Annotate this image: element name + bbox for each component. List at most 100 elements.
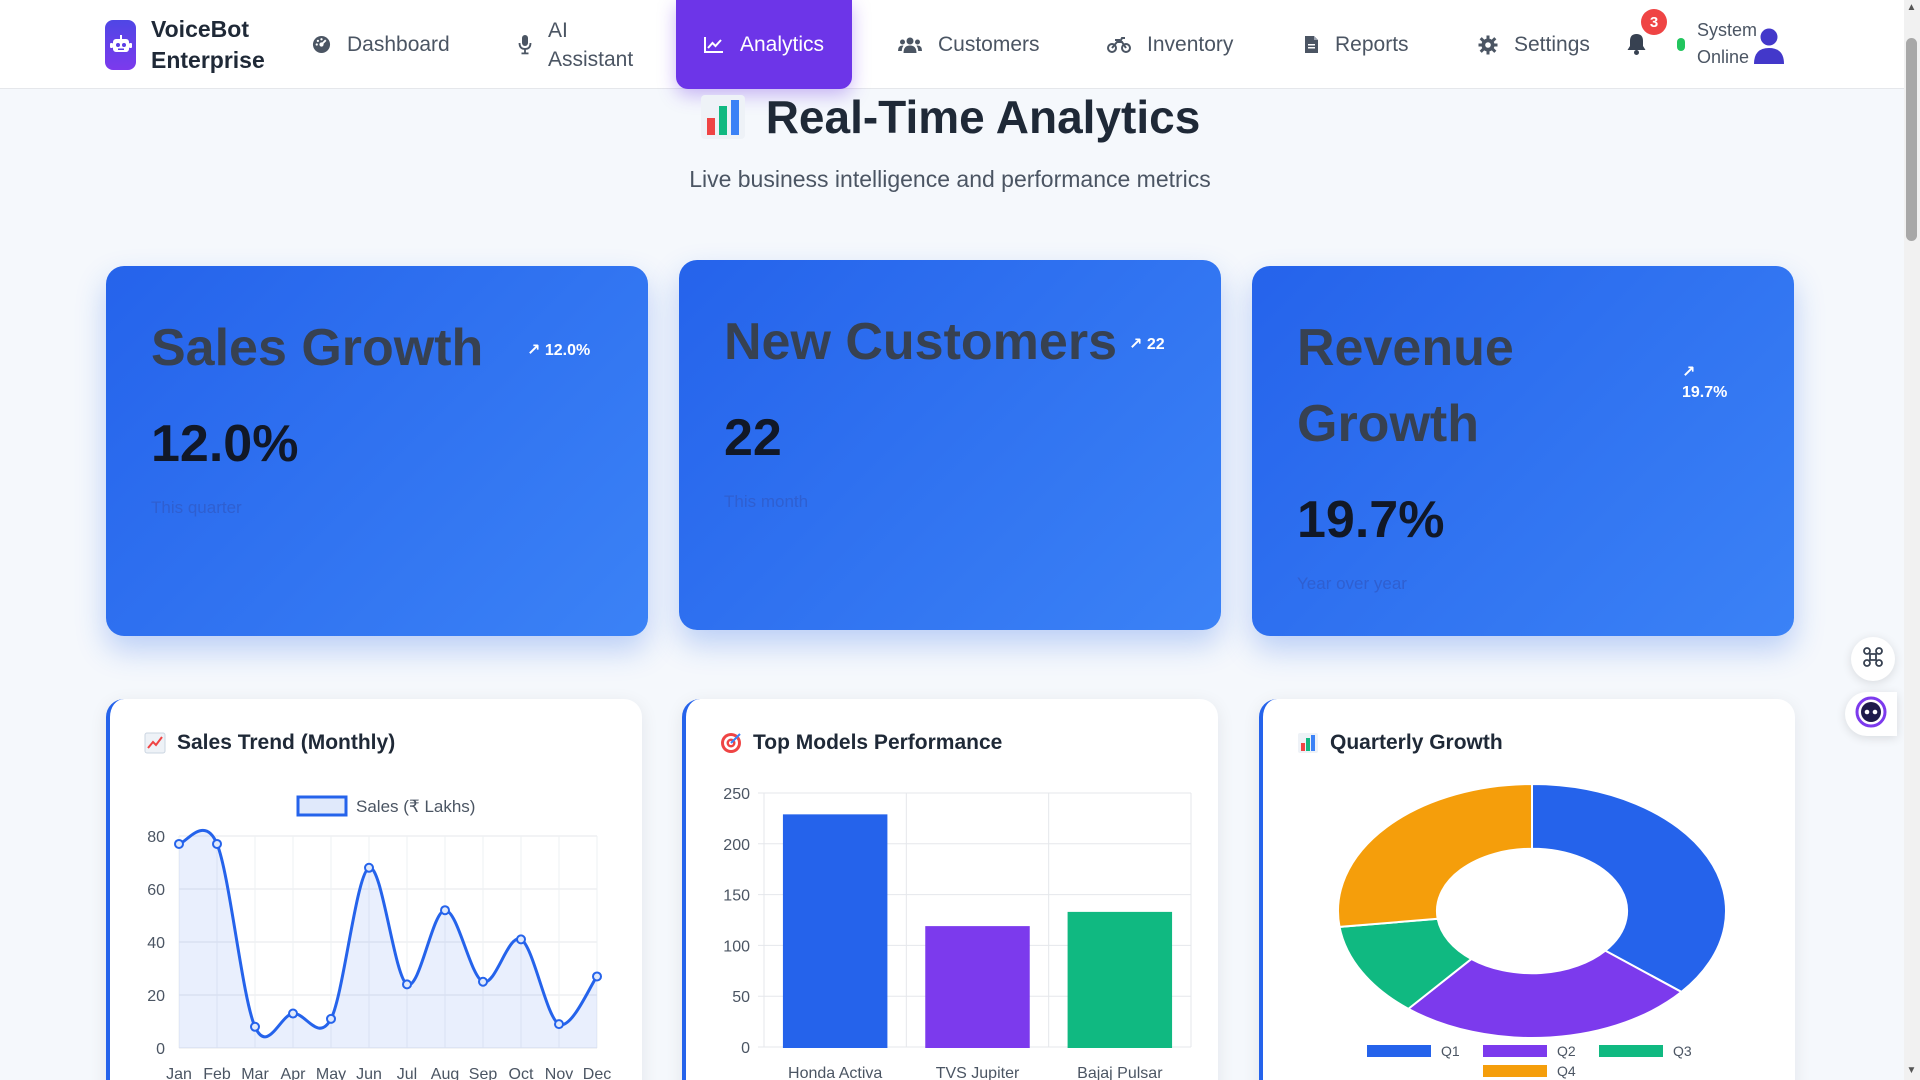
kpi-value: 19.7% (1297, 491, 1445, 549)
nav-customers[interactable]: Customers (898, 0, 1040, 89)
nav-analytics[interactable]: Analytics (676, 0, 853, 89)
legend-label: Sales (₹ Lakhs) (356, 797, 475, 816)
x-tick-label: Sep (469, 1066, 498, 1080)
bot-face-icon (1855, 696, 1887, 733)
nav-reports[interactable]: Reports (1304, 0, 1409, 89)
kpi-trend: ↗ 12.0% (527, 342, 591, 359)
y-tick-label: 250 (723, 786, 750, 803)
legend-label: Q3 (1673, 1043, 1692, 1059)
command-icon (1862, 646, 1884, 673)
nav-inventory-label: Inventory (1147, 32, 1234, 56)
kpi-trend-arrow: ↗ (1682, 364, 1696, 381)
legend-swatch (1483, 1065, 1547, 1077)
x-tick-label: Dec (583, 1066, 611, 1080)
y-tick-label: 60 (147, 882, 165, 899)
kpi-subtext: This quarter (151, 498, 242, 517)
x-tick-label: TVS Jupiter (936, 1065, 1020, 1080)
legend-label: Q4 (1557, 1063, 1576, 1079)
nav-dashboard[interactable]: Dashboard (312, 0, 450, 89)
nav-settings[interactable]: Settings (1478, 0, 1590, 89)
data-point (440, 905, 450, 916)
legend-swatch (296, 795, 348, 817)
bar (782, 814, 888, 1048)
kpi-card-sales-growth: Sales Growth ↗ 12.0% 12.0% This quarter (106, 266, 648, 636)
assistant-bot-button[interactable] (1845, 692, 1897, 736)
kpi-trend: ↗ 22 (1129, 336, 1165, 353)
nav-dashboard-label: Dashboard (347, 32, 450, 56)
top-navbar: VoiceBot Enterprise Dashboard AI Assista… (0, 0, 1904, 89)
scrollbar-thumb[interactable] (1906, 38, 1917, 241)
brand[interactable]: VoiceBot Enterprise (105, 14, 281, 76)
x-tick-label: Apr (281, 1066, 307, 1080)
y-tick-label: 50 (732, 989, 750, 1006)
kpi-value: 12.0% (151, 415, 299, 473)
command-shortcut-button[interactable] (1851, 637, 1895, 681)
sales-trend-chart[interactable]: Sales (₹ Lakhs) 0 20 40 60 80 Jan Feb Mar Apr May J… (110, 699, 646, 1080)
x-tick-label: Feb (203, 1066, 231, 1080)
nav-reports-label: Reports (1335, 32, 1409, 56)
data-point (288, 1008, 298, 1019)
notifications-bell-icon[interactable] (1626, 32, 1647, 61)
data-point (364, 862, 374, 873)
data-point (554, 1019, 564, 1030)
nav-inventory[interactable]: Inventory (1107, 0, 1233, 89)
kpi-card-new-customers: New Customers ↗ 22 22 This month (679, 260, 1221, 630)
y-tick-label: 0 (741, 1040, 750, 1057)
data-point (174, 838, 184, 849)
data-point (402, 979, 412, 990)
legend-label: Q2 (1557, 1043, 1576, 1059)
dashboard-icon (312, 35, 331, 54)
kpi-title: New Customers (724, 313, 1117, 371)
brand-name: VoiceBot Enterprise (151, 16, 265, 73)
y-tick-label: 150 (723, 888, 750, 905)
x-tick-label: Jul (397, 1066, 417, 1080)
gear-icon (1478, 35, 1498, 55)
motorcycle-icon (1107, 36, 1131, 53)
y-tick-label: 100 (723, 938, 750, 955)
top-models-chart[interactable]: 0 50 100 150 200 250 Honda Activa TVS Jupiter Ba… (686, 699, 1222, 1080)
scroll-down-arrow-icon[interactable]: ▼ (1906, 1066, 1917, 1076)
top-models-card: Top Models Performance 0 50 100 150 200 250 Ho… (682, 699, 1218, 1080)
kpi-trend: 19.7% (1682, 384, 1728, 401)
scroll-up-arrow-icon[interactable]: ▲ (1906, 3, 1917, 13)
kpi-value: 22 (724, 409, 782, 467)
legend-swatch (1599, 1045, 1663, 1057)
nav-settings-label: Settings (1514, 32, 1590, 56)
series-area (179, 830, 597, 1048)
quarterly-growth-chart[interactable]: Q1 Q2 Q3 Q4 (1263, 699, 1799, 1080)
data-point (516, 934, 526, 945)
sales-trend-card: Sales Trend (Monthly) Sales (₹ Lakhs) 0 20… (106, 699, 642, 1080)
nav-analytics-label: Analytics (740, 32, 825, 56)
kpi-subtext: This month (724, 492, 809, 511)
pie-slice (1337, 782, 1533, 928)
quarterly-growth-card: Quarterly Growth Q1 Q2 Q3 Q4 (1259, 699, 1795, 1080)
microphone-icon (518, 34, 532, 55)
page-title-text: Real-Time Analytics (765, 91, 1201, 143)
x-tick-label: Nov (545, 1066, 573, 1080)
pie-slice (1531, 782, 1727, 994)
page-subtitle: Live business intelligence and performan… (689, 166, 1211, 192)
bar (1067, 911, 1173, 1048)
x-tick-label: Oct (509, 1066, 534, 1080)
nav-customers-label: Customers (938, 32, 1040, 56)
page-title-area: Real-Time Analytics (0, 90, 1900, 145)
legend-label: Q1 (1441, 1043, 1460, 1059)
x-tick-label: Mar (241, 1066, 269, 1080)
online-status-dot (1677, 38, 1685, 51)
notification-count-badge: 3 (1641, 9, 1667, 35)
user-avatar-icon[interactable] (1752, 27, 1786, 70)
page-title: Real-Time Analytics (700, 90, 1201, 144)
y-tick-label: 40 (147, 935, 165, 952)
kpi-title: Revenue Growth (1297, 319, 1514, 453)
robot-logo-icon (105, 20, 136, 70)
users-icon (898, 36, 922, 54)
x-tick-label: May (316, 1066, 346, 1080)
nav-ai-assistant[interactable]: AI Assistant (518, 0, 644, 89)
legend-swatch (1483, 1045, 1547, 1057)
data-point (592, 971, 602, 982)
y-tick-label: 0 (156, 1041, 165, 1058)
y-tick-label: 20 (147, 988, 165, 1005)
y-tick-label: 200 (723, 837, 750, 854)
x-tick-label: Jan (166, 1066, 192, 1080)
x-tick-label: Honda Activa (788, 1065, 882, 1080)
